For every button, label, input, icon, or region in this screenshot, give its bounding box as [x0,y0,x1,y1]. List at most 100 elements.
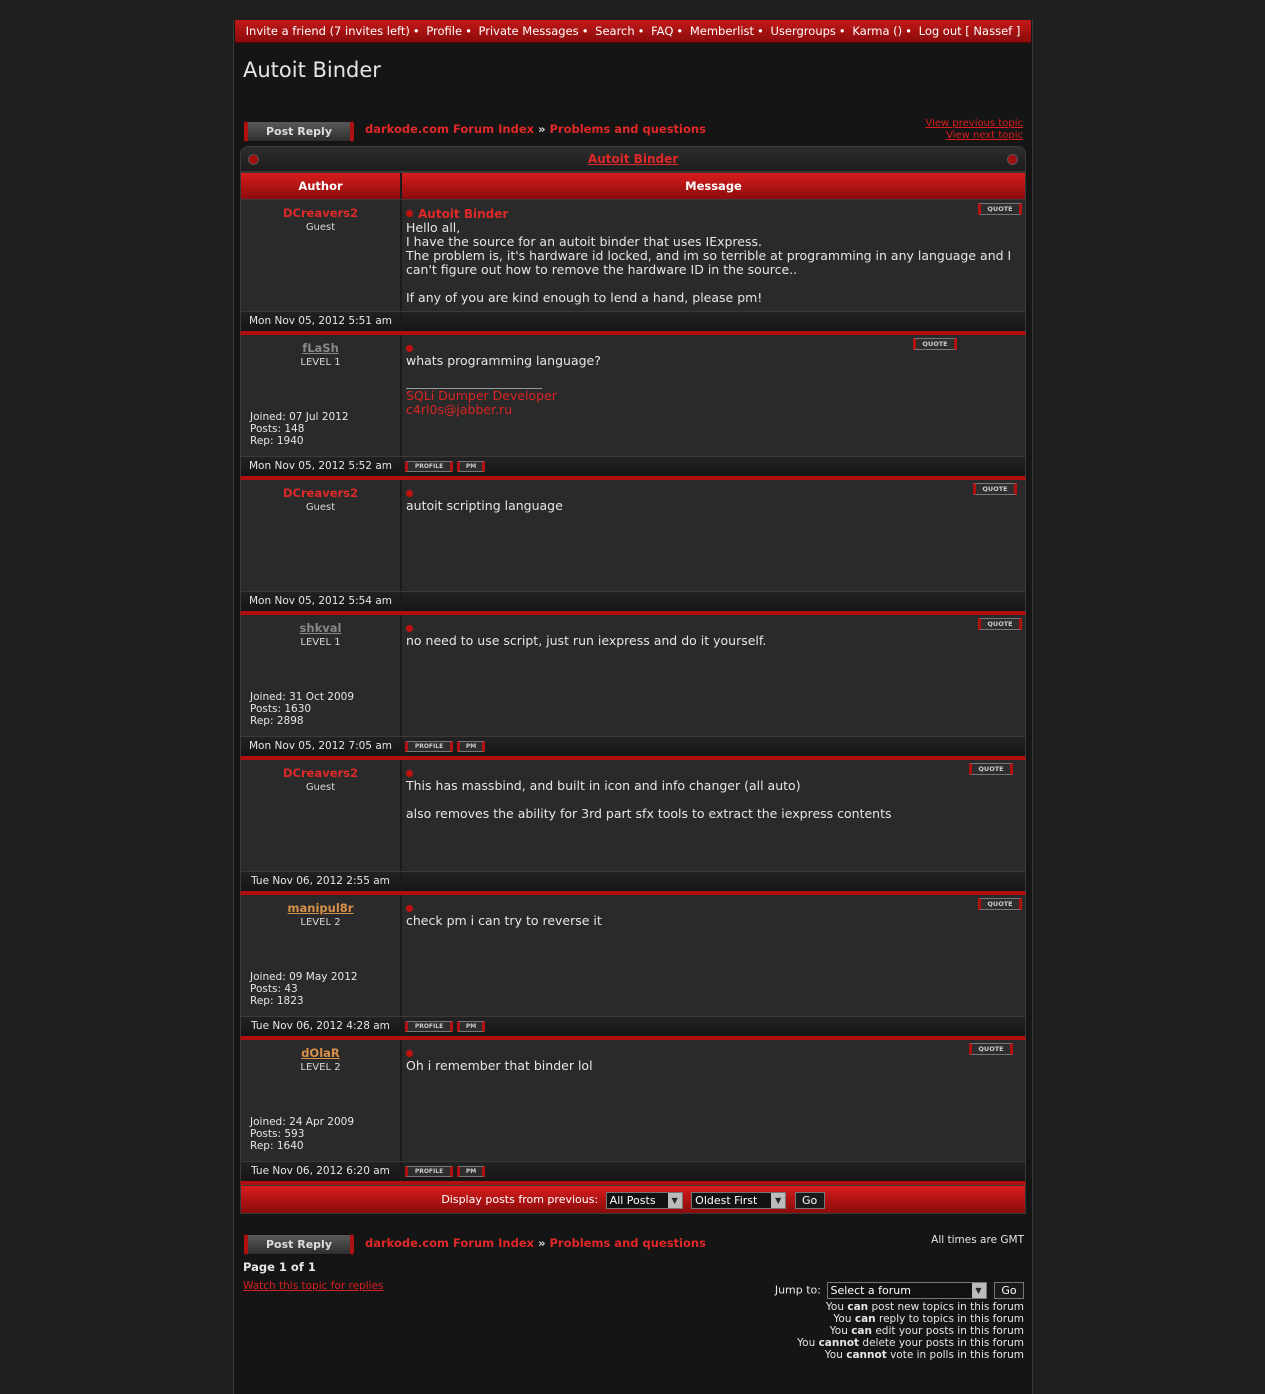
quote-button[interactable]: QUOTE [969,763,1013,775]
author-name[interactable]: shkval [241,621,400,635]
nav-private-messages[interactable]: Private Messages [479,24,579,38]
post-author-panel: DCreavers2 Guest [241,480,402,591]
permission-subject: You [829,1325,848,1337]
quote-button[interactable]: QUOTE [973,483,1017,495]
author-stats: Joined: 07 Jul 2012 Posts: 148 Rep: 1940 [250,411,349,447]
nav-faq[interactable]: FAQ [651,24,673,38]
post-count: 1630 [284,703,312,715]
profile-button[interactable]: PROFILE [405,741,453,752]
nav-profile[interactable]: Profile [426,24,462,38]
pm-button[interactable]: PM [457,461,485,472]
joined-date: 09 May 2012 [289,971,358,983]
breadcrumb-forum-index[interactable]: darkode.com Forum Index [365,1236,534,1250]
display-go-button[interactable]: Go [794,1191,825,1209]
author-name[interactable]: dOlaR [241,1046,400,1060]
post-line: also removes the ability for 3rd part sf… [406,806,892,821]
permission-text: vote in polls in this forum [890,1349,1024,1361]
author-name[interactable]: manipul8r [241,901,400,915]
posts-label: Posts: [250,703,281,715]
post-reply-button-bottom[interactable]: Post Reply [244,1234,354,1255]
author-name[interactable]: fLaSh [241,341,400,355]
post-row: fLaSh LEVEL 1 Joined: 07 Jul 2012 Posts:… [240,335,1026,457]
quote-button[interactable]: QUOTE [969,1043,1013,1055]
author-stats: Joined: 31 Oct 2009 Posts: 1630 Rep: 289… [250,691,354,727]
quote-button[interactable]: QUOTE [978,203,1022,215]
nav-karma[interactable]: Karma () [852,24,902,38]
pm-button[interactable]: PM [457,741,485,752]
nav-memberlist[interactable]: Memberlist [690,24,754,38]
page-info: Page 1 of 1 [243,1260,316,1274]
post-message: Autoit Binder Hello all, I have the sour… [402,200,1025,311]
posts-period-select[interactable]: All Posts ▼ [605,1191,683,1209]
nav-separator: • [757,24,764,38]
post-line: I have the source for an autoit binder t… [406,234,762,249]
nav-usergroups[interactable]: Usergroups [771,24,836,38]
post-bullet-icon [406,770,413,777]
nav-logout[interactable]: Log out [ Nassef ] [919,24,1021,38]
post-bullet-icon [406,210,413,217]
nav-invite[interactable]: Invite a friend (7 invites left) [246,24,410,38]
breadcrumb-problems-and-questions[interactable]: Problems and questions [550,1236,706,1250]
author-rank: Guest [305,222,336,233]
post-actions: PROFILE PM [402,1017,1025,1036]
post-bullet-icon [406,490,413,497]
profile-button[interactable]: PROFILE [405,1166,453,1177]
profile-button[interactable]: PROFILE [405,461,453,472]
pm-button[interactable]: PM [457,1166,485,1177]
post-line: This has massbind, and built in icon and… [406,778,801,793]
post-line: The problem is, it's hardware id locked,… [406,248,1012,277]
topic-table-title: Autoit Binder [240,146,1026,172]
post-actions [402,312,1025,331]
watch-topic-link[interactable]: Watch this topic for replies [243,1280,384,1292]
permission-verb: can [851,1325,872,1337]
author-name: DCreavers2 [282,206,359,220]
signature-line: c4rl0s@jabber.ru [406,402,513,417]
profile-button[interactable]: PROFILE [405,1021,453,1032]
rep-value: 1640 [276,1140,304,1152]
post-date: Tue Nov 06, 2012 2:55 am [241,872,402,891]
breadcrumb-forum-index[interactable]: darkode.com Forum Index [365,122,534,136]
post-row: DCreavers2 Guest This has massbind, and … [240,760,1026,872]
author-stats: Joined: 24 Apr 2009 Posts: 593 Rep: 1640 [250,1116,354,1152]
post-message: check pm i can try to reverse it QUOTE [402,895,1025,1016]
post-row: manipul8r LEVEL 2 Joined: 09 May 2012 Po… [240,895,1026,1017]
author-rank: LEVEL 2 [300,1062,341,1073]
jump-go-button[interactable]: Go [994,1282,1024,1299]
quote-button[interactable]: QUOTE [978,618,1022,630]
joined-label: Joined: [250,411,286,423]
post-date: Mon Nov 05, 2012 5:52 am [241,457,402,476]
breadcrumb-problems-and-questions[interactable]: Problems and questions [550,122,706,136]
sort-order-select[interactable]: Oldest First ▼ [691,1191,787,1209]
nav-separator: • [581,24,589,38]
post-date: Mon Nov 05, 2012 5:51 am [241,312,402,331]
author-rank: Guest [305,782,336,793]
post-row: dOlaR LEVEL 2 Joined: 24 Apr 2009 Posts:… [240,1040,1026,1162]
sort-order-value: Oldest First [695,1193,758,1207]
page-wrapper: Invite a friend (7 invites left) • Profil… [233,20,1033,1394]
nav-separator: • [637,24,645,38]
joined-date: 07 Jul 2012 [289,411,349,423]
post-line: If any of you are kind enough to lend a … [406,290,763,305]
view-previous-topic-link[interactable]: View previous topic [925,118,1023,130]
post-line: Oh i remember that binder lol [406,1058,593,1073]
post-footer: Tue Nov 06, 2012 2:55 am [240,872,1026,895]
topic-title-link[interactable]: Autoit Binder [588,152,678,166]
view-next-topic-link[interactable]: View next topic [925,130,1023,142]
topic-table: Autoit Binder Author Message DCreavers2 … [240,146,1026,1214]
pm-button[interactable]: PM [457,1021,485,1032]
post-date: Mon Nov 05, 2012 7:05 am [241,737,402,756]
joined-label: Joined: [250,1116,286,1128]
quote-button[interactable]: QUOTE [978,898,1022,910]
nav-search[interactable]: Search [595,24,635,38]
author-rank: Guest [305,502,336,513]
permission-line: You cannot delete your posts in this for… [797,1337,1024,1349]
permission-verb: can [854,1313,876,1325]
post-reply-button[interactable]: Post Reply [244,121,354,142]
dropdown-arrow-icon: ▼ [771,1192,786,1208]
nav-separator: • [465,24,472,38]
jump-forum-select[interactable]: Select a forum ▼ [826,1282,987,1299]
author-rank: LEVEL 1 [300,637,341,648]
quote-button[interactable]: QUOTE [913,338,957,350]
joined-date: 31 Oct 2009 [289,691,355,703]
